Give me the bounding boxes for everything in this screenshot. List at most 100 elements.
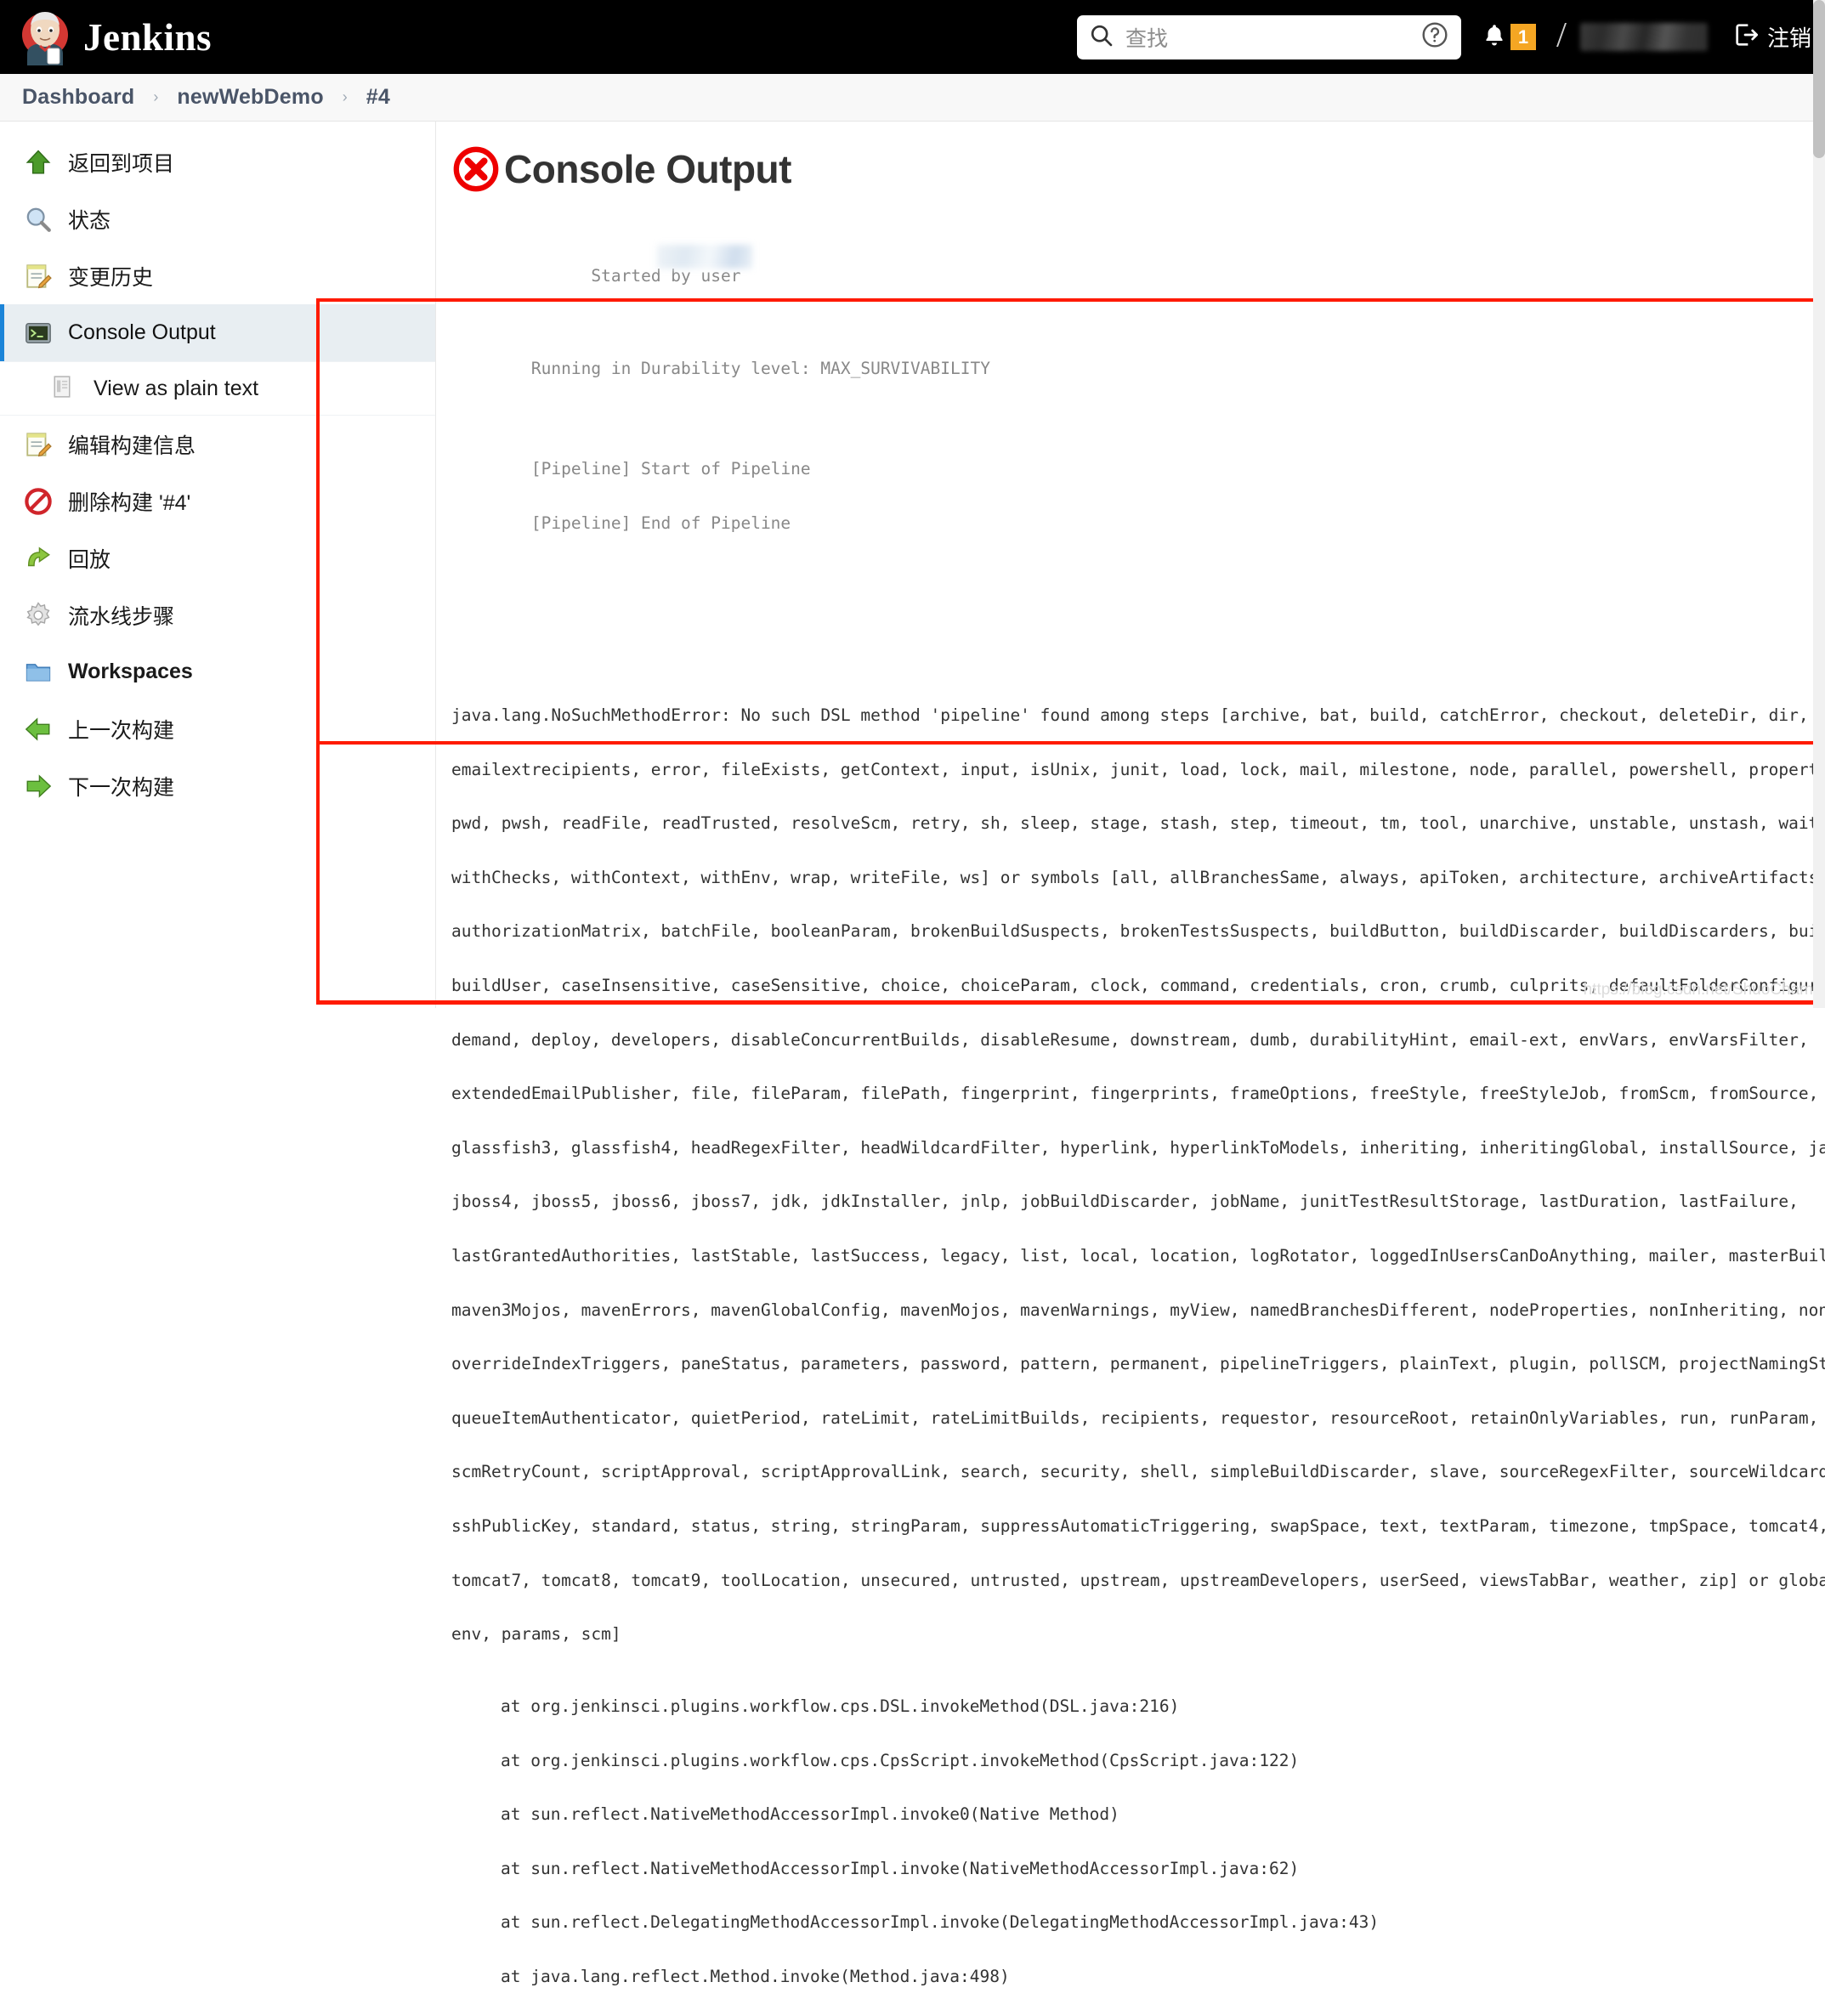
console-output-log[interactable]: Started by user Running in Durability le… [445,212,1825,2016]
log-line: env, params, scm] [451,1625,1825,1643]
app-header: Jenkins 查找 [0,0,1825,74]
log-line-text: authorizationMatrix, batchFile, booleanP… [451,921,1825,941]
sidebar-item-label: 删除构建 '#4' [68,486,190,517]
sidebar-item-previous-build[interactable]: 上一次构建 [0,700,435,757]
sidebar-item-delete-build[interactable]: 删除构建 '#4' [0,473,435,529]
sidebar-item-edit-build-information[interactable]: 编辑构建信息 [0,416,435,473]
sidebar: 返回到项目 状态 变更历史 Console Output View as pla… [0,122,435,1008]
sidebar-item-label: 流水线步骤 [68,600,174,631]
log-line-text: Running in Durability level: MAX_SURVIVA… [531,359,990,378]
log-line-text: [Pipeline] End of Pipeline [531,513,791,533]
log-line: scmRetryCount, scriptApproval, scriptApp… [451,1463,1825,1481]
page-title: Console Output [504,146,791,192]
log-line: at java.lang.reflect.Method.invoke(Metho… [451,1968,1825,1985]
sidebar-item-back-to-project[interactable]: 返回到项目 [0,133,435,190]
log-line-text: glassfish3, glassfish4, headRegexFilter,… [451,1138,1825,1158]
brand-link[interactable]: Jenkins [19,9,212,65]
log-line-text: env, params, scm] [451,1624,621,1644]
log-line: tomcat7, tomcat8, tomcat9, toolLocation,… [451,1571,1825,1589]
search-box[interactable]: 查找 [1077,15,1461,59]
log-line-text: demand, deploy, developers, disableConcu… [451,1030,1809,1050]
page-scrollbar-thumb[interactable] [1813,0,1825,158]
sidebar-item-console-output[interactable]: Console Output [0,304,435,361]
log-line: jboss4, jboss5, jboss6, jboss7, jdk, jdk… [451,1192,1825,1210]
breadcrumb-item-job[interactable]: newWebDemo [177,85,323,110]
log-line-text: scmRetryCount, scriptApproval, scriptApp… [451,1462,1825,1481]
log-line-text: at java.lang.reflect.Method.invoke(Metho… [501,1967,1010,1986]
sidebar-item-label: 回放 [68,543,111,574]
log-line-text: maven3Mojos, mavenErrors, mavenGlobalCon… [451,1300,1825,1320]
username-redacted [1580,23,1708,51]
log-line: authorizationMatrix, batchFile, booleanP… [451,922,1825,940]
log-line-text: java.lang.NoSuchMethodError: No such DSL… [451,705,1825,725]
sidebar-item-label: Console Output [68,320,216,345]
sidebar-item-status[interactable]: 状态 [0,190,435,247]
notifications-button[interactable]: 1 [1482,20,1536,54]
logout-button[interactable]: 注销 [1733,21,1811,53]
sidebar-item-label: 返回到项目 [68,147,174,178]
user-avatar-icon [1555,21,1575,53]
log-line: glassfish3, glassfish4, headRegexFilter,… [451,1139,1825,1157]
sidebar-item-label: Workspaces [68,660,193,684]
log-line: pwd, pwsh, readFile, readTrusted, resolv… [451,814,1825,832]
page-title-row: Console Output [451,144,1825,194]
log-line: [Pipeline] End of Pipeline [451,496,1825,514]
notepad-pencil-icon [24,430,53,459]
document-icon [49,374,78,403]
log-line: Running in Durability level: MAX_SURVIVA… [451,341,1825,360]
sidebar-item-label: 状态 [68,204,111,235]
sidebar-item-change-history[interactable]: 变更历史 [0,247,435,304]
log-line-text: sshPublicKey, standard, status, string, … [451,1516,1825,1536]
log-line: buildUser, caseInsensitive, caseSensitiv… [451,977,1825,994]
log-line-text: withChecks, withContext, withEnv, wrap, … [451,868,1825,887]
log-preamble: Started by user Running in Durability le… [451,230,1825,550]
log-line: at sun.reflect.DelegatingMethodAccessorI… [451,1913,1825,1931]
gear-icon [24,601,53,630]
log-line-text: at sun.reflect.DelegatingMethodAccessorI… [501,1912,1379,1932]
sidebar-item-pipeline-steps[interactable]: 流水线步骤 [0,586,435,643]
log-line-text: [Pipeline] Start of Pipeline [531,459,811,479]
log-line: sshPublicKey, standard, status, string, … [451,1517,1825,1535]
sidebar-item-view-as-plain-text[interactable]: View as plain text [0,361,435,416]
log-line-text: overrideIndexTriggers, paneStatus, param… [451,1354,1825,1373]
notification-badge: 1 [1510,24,1536,50]
log-line: overrideIndexTriggers, paneStatus, param… [451,1355,1825,1373]
log-line-text: queueItemAuthenticator, quietPeriod, rat… [451,1408,1825,1428]
search-input[interactable]: 查找 [1125,22,1420,53]
sidebar-item-replay[interactable]: 回放 [0,529,435,586]
sidebar-item-label: 编辑构建信息 [68,429,196,460]
log-line-text: pwd, pwsh, readFile, readTrusted, resolv… [451,813,1825,833]
question-circle-icon[interactable] [1420,20,1449,54]
terminal-icon [24,319,53,348]
jenkins-butler-logo-icon [19,9,71,65]
right-arrow-green-icon [24,772,53,801]
notepad-pencil-icon [24,262,53,291]
username-redacted [657,245,752,269]
log-line: at sun.reflect.NativeMethodAccessorImpl.… [451,1805,1825,1823]
error-stack-block: java.lang.NoSuchMethodError: No such DSL… [451,671,1825,2016]
log-line: queueItemAuthenticator, quietPeriod, rat… [451,1409,1825,1427]
error-highlight-bottom-edge [316,1000,1816,1005]
search-icon [1089,23,1114,52]
brand-title: Jenkins [83,15,212,59]
breadcrumb-separator-icon: › [343,88,348,106]
user-menu[interactable] [1555,21,1708,53]
no-entry-icon [24,487,53,516]
logout-label: 注销 [1767,21,1811,53]
page-scrollbar[interactable] [1813,0,1825,1008]
sidebar-item-label: 变更历史 [68,261,153,292]
up-arrow-green-icon [24,148,53,177]
log-line-text: jboss4, jboss5, jboss6, jboss7, jdk, jdk… [451,1192,1799,1211]
log-line: emailextrecipients, error, fileExists, g… [451,761,1825,779]
breadcrumb-separator-icon: › [153,88,158,106]
sidebar-item-next-build[interactable]: 下一次构建 [0,757,435,814]
log-line: at org.jenkinsci.plugins.workflow.cps.DS… [451,1697,1825,1715]
log-line-text: at org.jenkinsci.plugins.workflow.cps.DS… [501,1696,1179,1716]
log-line-text: at org.jenkinsci.plugins.workflow.cps.Cp… [501,1751,1299,1770]
header-actions: 查找 1 [1077,0,1825,74]
sidebar-item-workspaces[interactable]: Workspaces [0,643,435,700]
sidebar-item-label: 上一次构建 [68,714,174,745]
breadcrumb-item-dashboard[interactable]: Dashboard [22,85,134,110]
logout-icon [1733,21,1760,53]
breadcrumb-item-build[interactable]: #4 [366,85,390,110]
